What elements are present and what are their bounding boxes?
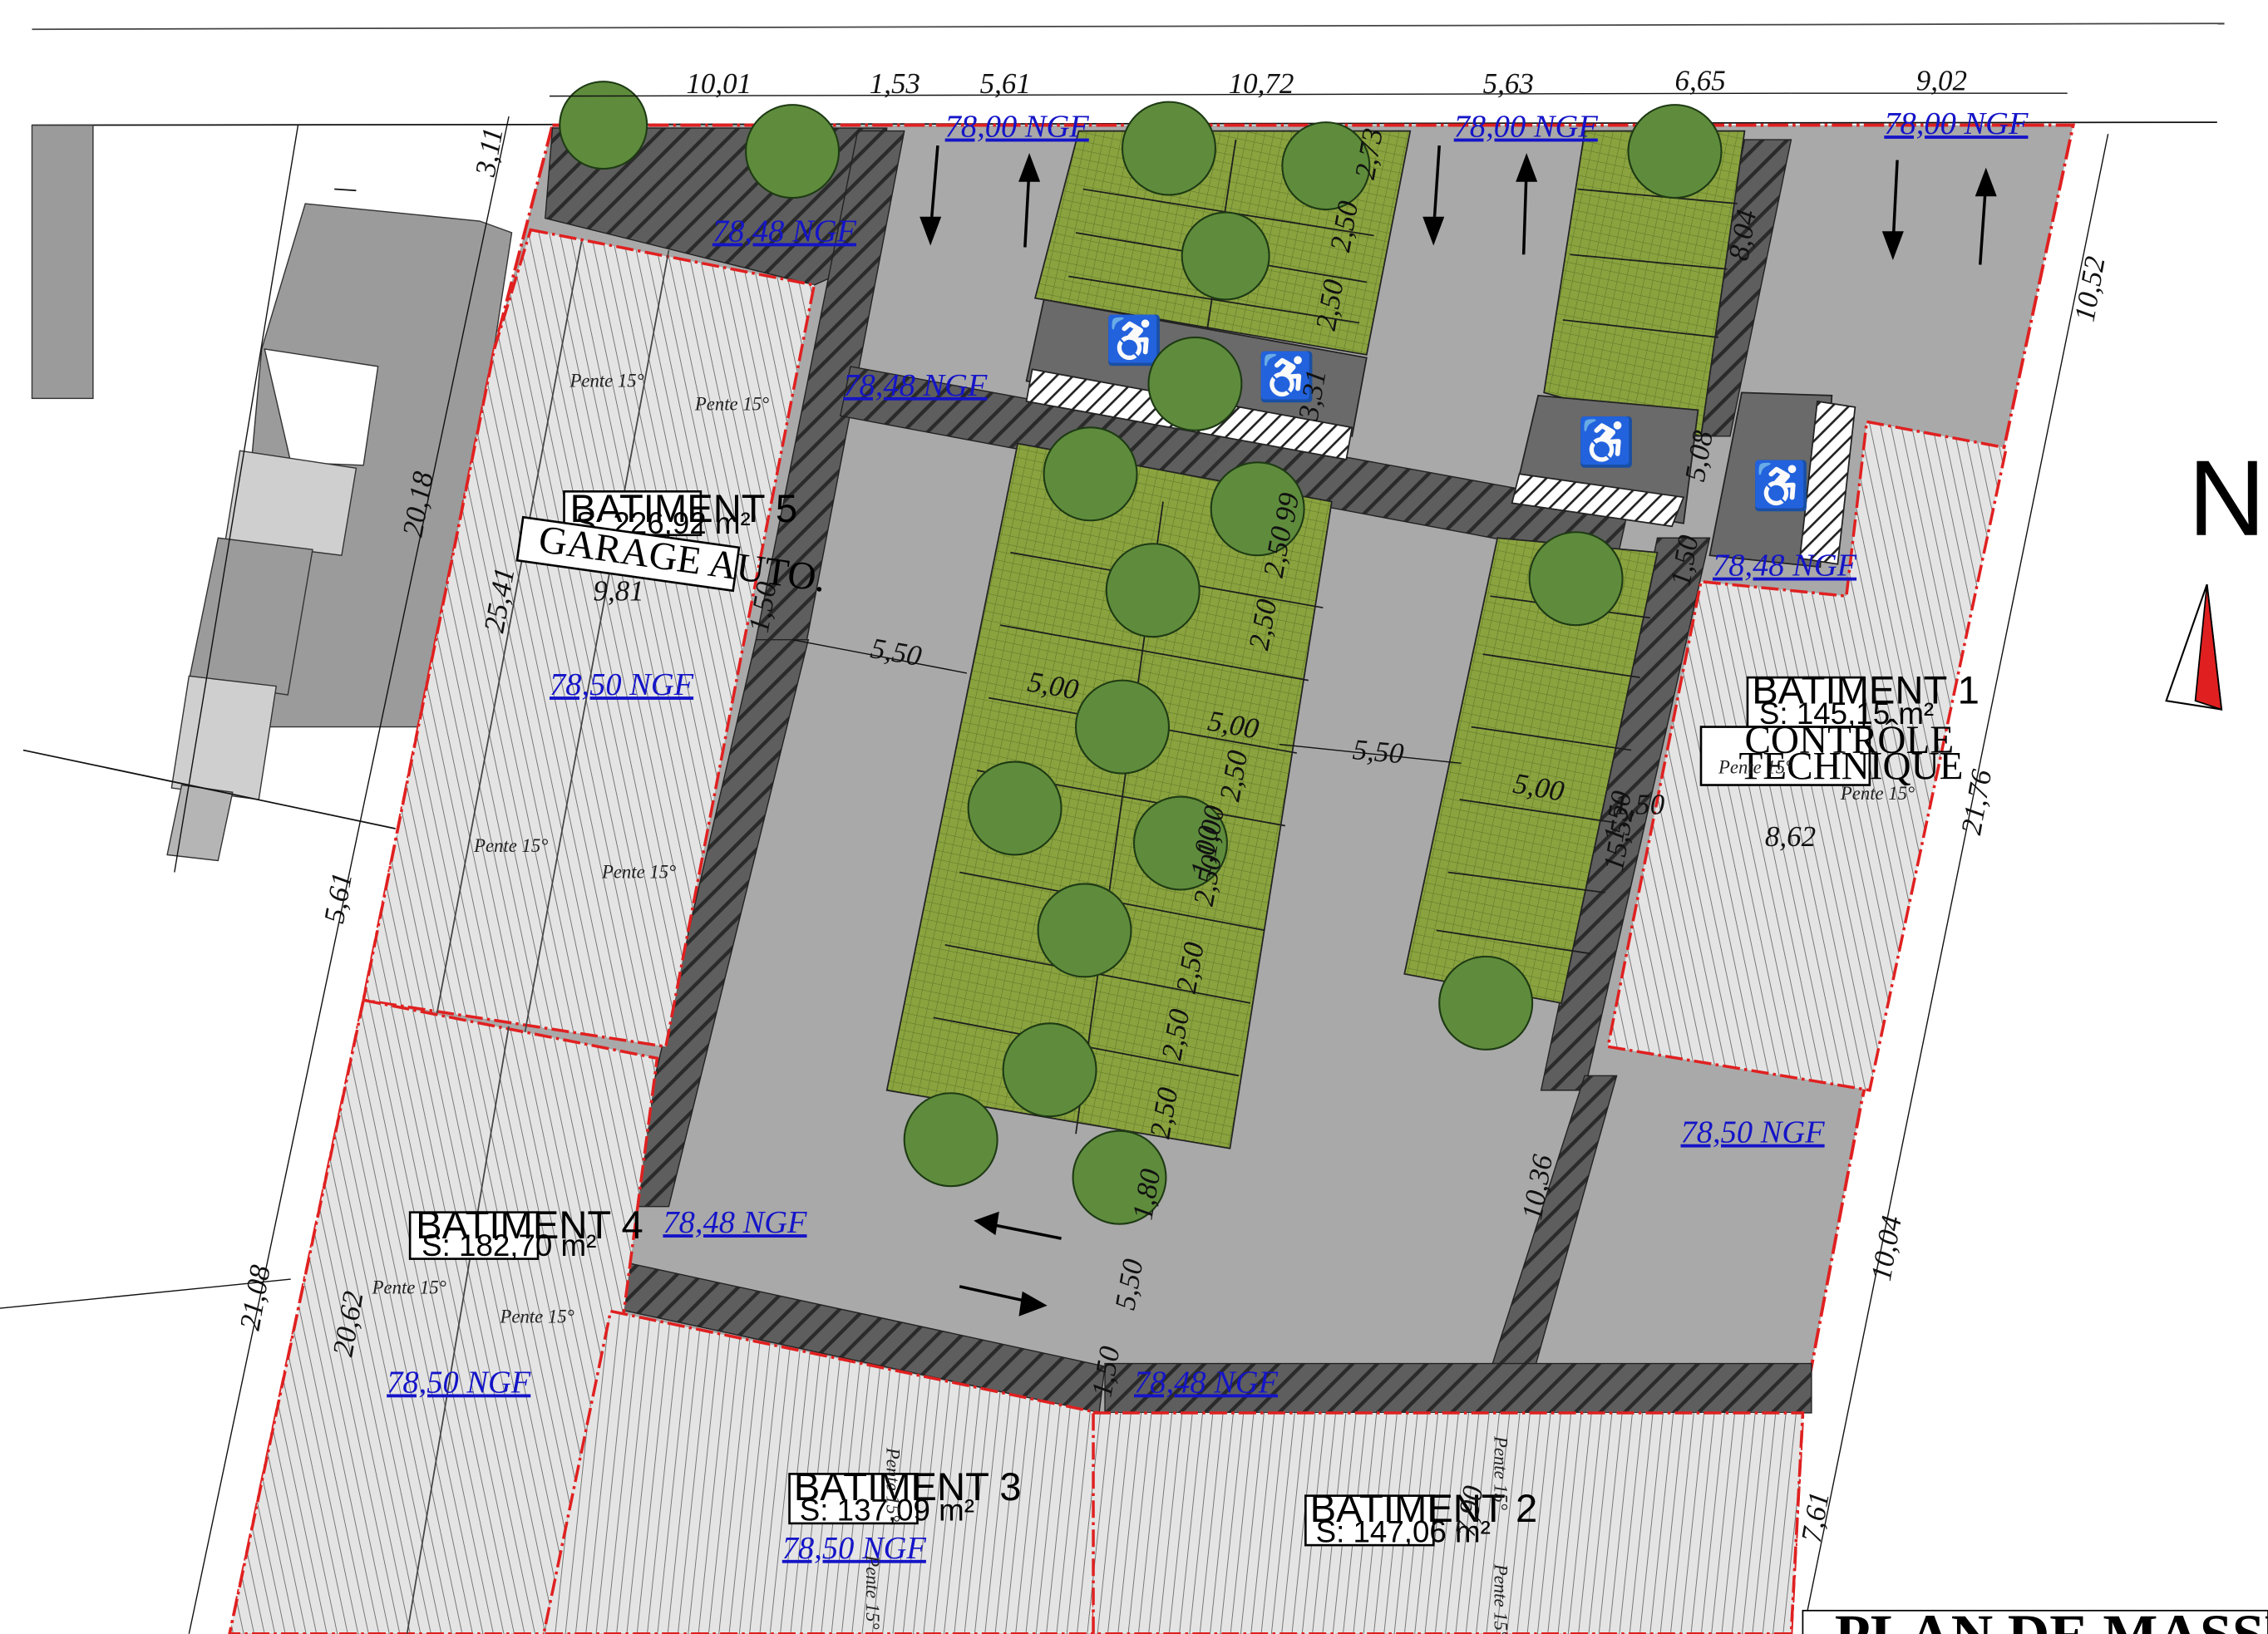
dimension-label: 5,50 <box>1352 733 1406 770</box>
level-marker: 78,00 NGF <box>1884 106 2029 141</box>
level-marker: 78,48 NGF <box>712 214 857 249</box>
dimension-label: 5,61 <box>980 67 1031 100</box>
dimension-label: 1,53 <box>870 67 920 100</box>
slope-label: Pente 15° <box>862 1554 883 1629</box>
slope-label: Pente 15° <box>694 393 769 414</box>
level-marker: 78,00 NGF <box>945 110 1090 145</box>
wheelchair-icon: ♿ <box>1577 416 1635 469</box>
level-marker: 78,48 NGF <box>663 1205 807 1240</box>
dimension-label: 10,52 <box>2068 254 2112 324</box>
slope-label: Pente 15° <box>372 1277 446 1298</box>
slope-label: Pente 15° <box>569 370 643 391</box>
slope-label: Pente 15° <box>883 1447 904 1522</box>
dimension-label: 6,65 <box>1675 65 1726 97</box>
slope-label: Pente 15° <box>1718 757 1792 778</box>
dimension-label: 8,62 <box>1765 820 1816 853</box>
level-marker: 78,48 NGF <box>843 368 988 403</box>
slope-label: Pente 15° <box>1491 1435 1511 1510</box>
frame-line <box>32 22 2225 31</box>
plan-title: PLAN DE MASSE <box>1835 1603 2268 1634</box>
slope-label: Pente 15° <box>1840 783 1915 804</box>
level-marker: 78,00 NGF <box>1454 110 1599 145</box>
dimension-label: 9,02 <box>1916 65 1967 97</box>
wheelchair-icon: ♿ <box>1105 314 1163 367</box>
wheelchair-icon: ♿ <box>1752 460 1810 513</box>
north-label: N <box>2188 439 2266 559</box>
slope-label: Pente 15° <box>1491 1563 1511 1634</box>
dimension-label: 7,61 <box>1795 1489 1836 1545</box>
level-marker: 78,50 NGF <box>387 1365 531 1400</box>
dimension-label: 21,08 <box>234 1262 277 1333</box>
level-marker: 78,50 NGF <box>1681 1115 1826 1150</box>
dimension-label: 3,11 <box>469 125 510 179</box>
level-marker: 78,48 NGF <box>1134 1365 1279 1400</box>
dimension-label: 10,01 <box>686 67 752 100</box>
title-block: PLAN DE MASSE <box>1802 1603 2268 1634</box>
north-arrow: N <box>2165 439 2266 711</box>
level-marker: 78,50 NGF <box>782 1531 927 1566</box>
level-marker: 78,50 NGF <box>550 667 694 702</box>
dimension-label: 9,81 <box>593 574 643 607</box>
slope-label: Pente 15° <box>500 1307 574 1327</box>
dimension-label: 10,04 <box>1865 1213 1908 1283</box>
dimension-label: 5,63 <box>1483 67 1534 100</box>
site-plan: ♿ ♿ ♿ ♿ N BATIMENT 5 S: 226,92 m² GARAGE… <box>0 22 2268 1634</box>
slope-label: Pente 15° <box>473 835 548 856</box>
slope-label: Pente 15° <box>601 861 676 882</box>
building-surface: S: 182,70 m² <box>422 1228 596 1262</box>
dimension-label: 99 <box>1269 490 1305 524</box>
level-marker: 78,48 NGF <box>1713 549 1857 583</box>
dimension-label: 10,72 <box>1229 67 1294 100</box>
dimension-label: 5,61 <box>318 870 358 926</box>
